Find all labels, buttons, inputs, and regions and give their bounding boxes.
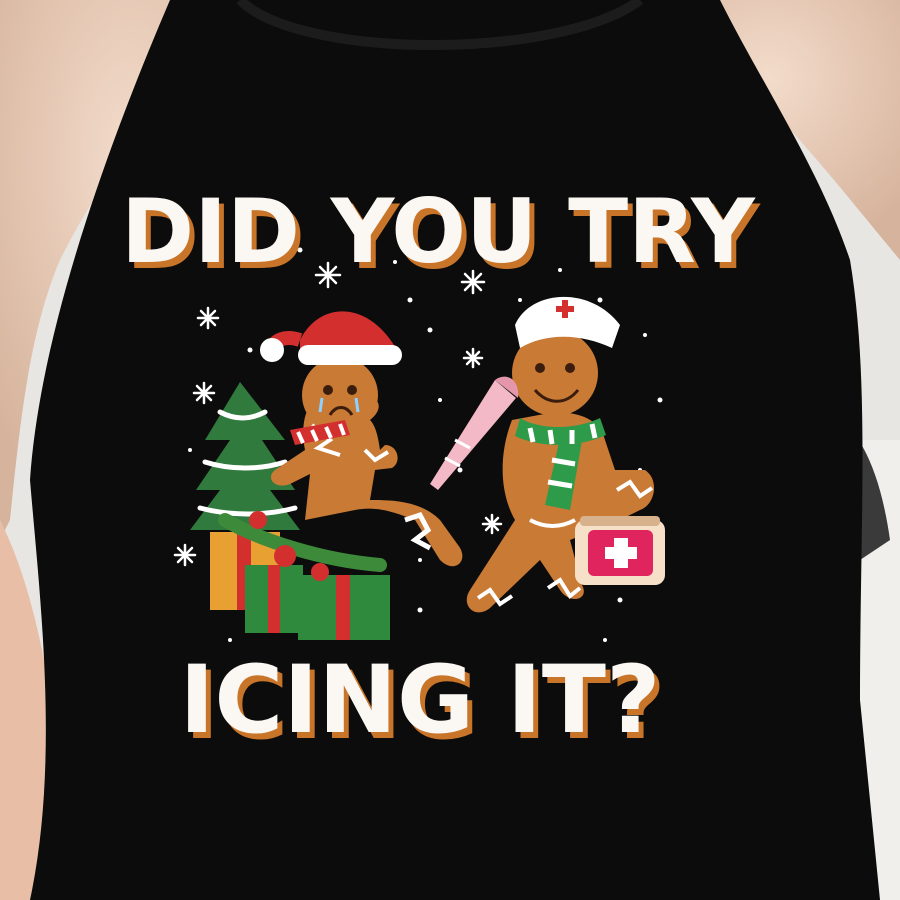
- gift-box-icon: [298, 575, 390, 640]
- headline-line1: DID YOU TRY: [121, 180, 756, 283]
- snowflake-icon: [462, 347, 484, 369]
- headline-line2: ICING IT?: [179, 646, 660, 755]
- snowflake-icon: [192, 381, 216, 405]
- photo-stage: DID YOU TRY DID YOU TRY ICING IT? ICING …: [0, 0, 900, 900]
- gift-box-icon: [245, 565, 303, 633]
- snowflake-icon: [481, 513, 503, 535]
- snowflake-icon: [196, 306, 220, 330]
- first-aid-kit-icon: [575, 516, 665, 585]
- tshirt-photo: DID YOU TRY DID YOU TRY ICING IT? ICING …: [0, 0, 900, 900]
- snowflake-icon: [173, 543, 197, 567]
